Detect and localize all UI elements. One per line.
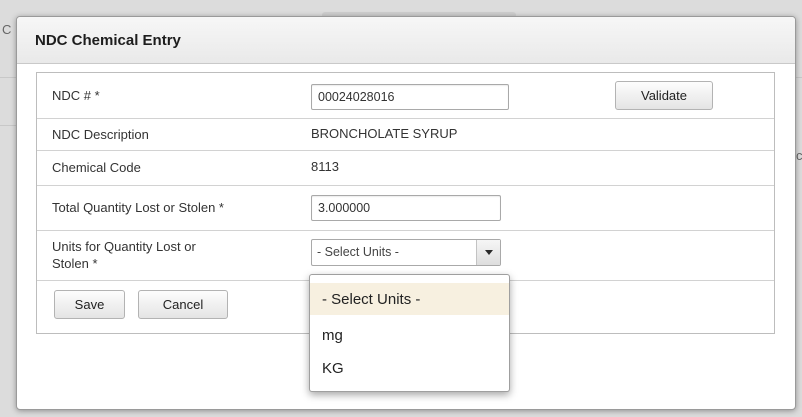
chemical-code-row: Chemical Code 8113 xyxy=(37,150,774,186)
save-button[interactable]: Save xyxy=(54,290,125,319)
ndc-input[interactable] xyxy=(311,84,509,110)
ndc-description-label: NDC Description xyxy=(52,127,149,142)
background-text-fragment: c xyxy=(796,148,802,163)
background-divider xyxy=(0,77,16,78)
units-option-kg[interactable]: KG xyxy=(310,352,509,384)
units-label: Units for Quantity Lost or Stolen * xyxy=(52,238,196,272)
cancel-button[interactable]: Cancel xyxy=(138,290,228,319)
units-dropdown-list: - Select Units - mg KG xyxy=(309,274,510,392)
background-text-fragment: C xyxy=(2,22,12,37)
units-select[interactable]: - Select Units - xyxy=(311,239,501,266)
background-divider xyxy=(0,125,16,126)
ndc-description-value: BRONCHOLATE SYRUP xyxy=(311,126,458,141)
dialog-title: NDC Chemical Entry xyxy=(17,17,795,64)
units-option-mg[interactable]: mg xyxy=(310,319,509,351)
units-label-line2: Stolen * xyxy=(52,256,98,271)
quantity-label: Total Quantity Lost or Stolen * xyxy=(52,200,224,215)
units-select-value: - Select Units - xyxy=(317,245,399,259)
ndc-description-row: NDC Description BRONCHOLATE SYRUP xyxy=(37,118,774,151)
chevron-down-icon[interactable] xyxy=(476,240,500,265)
validate-button[interactable]: Validate xyxy=(615,81,713,110)
units-option-select[interactable]: - Select Units - xyxy=(310,283,509,315)
quantity-input[interactable] xyxy=(311,195,501,221)
ndc-row: NDC # * Validate xyxy=(37,73,774,119)
chemical-code-value: 8113 xyxy=(311,159,339,174)
chemical-code-label: Chemical Code xyxy=(52,160,141,175)
ndc-label: NDC # * xyxy=(52,88,100,103)
quantity-row: Total Quantity Lost or Stolen * xyxy=(37,185,774,231)
units-label-line1: Units for Quantity Lost or xyxy=(52,239,196,254)
